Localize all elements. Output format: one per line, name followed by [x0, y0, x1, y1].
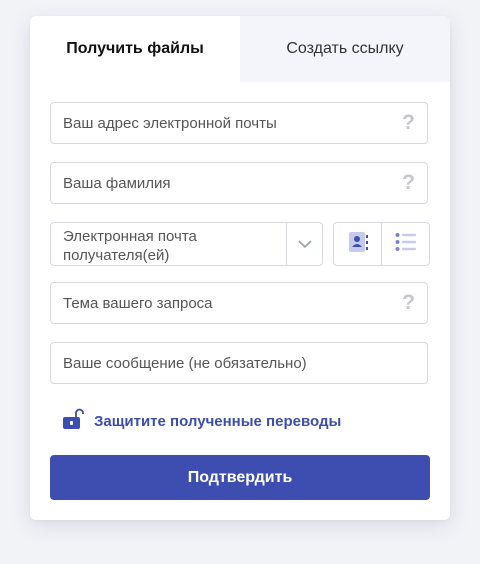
list-icon — [395, 232, 417, 257]
message-field[interactable]: Ваше сообщение (не обязательно) — [50, 342, 428, 384]
protect-transfers-link[interactable]: Защитите полученные переводы — [62, 408, 341, 434]
tab-receive-files[interactable]: Получить файлы — [30, 16, 240, 82]
question-mark-icon[interactable]: ? — [402, 163, 415, 203]
recipient-email-field[interactable]: Электронная почта получателя(ей) — [50, 222, 323, 266]
contacts-button[interactable] — [334, 223, 381, 265]
address-book-icon — [347, 231, 369, 258]
protect-transfers-label: Защитите полученные переводы — [94, 412, 342, 430]
message-placeholder: Ваше сообщение (не обязательно) — [63, 354, 307, 372]
tab-create-link[interactable]: Создать ссылку — [240, 16, 450, 82]
subject-placeholder: Тема вашего запроса — [63, 294, 213, 312]
recipient-placeholder: Электронная почта получателя(ей) — [63, 228, 197, 264]
transfer-card: Получить файлы Создать ссылку Ваш адрес … — [30, 16, 450, 520]
recipient-tools — [333, 222, 430, 266]
email-field[interactable]: Ваш адрес электронной почты ? — [50, 102, 428, 144]
confirm-button[interactable]: Подтвердить — [50, 455, 430, 500]
question-mark-icon[interactable]: ? — [402, 103, 415, 143]
tab-bar: Получить файлы Создать ссылку — [30, 16, 450, 82]
subject-field[interactable]: Тема вашего запроса ? — [50, 282, 428, 324]
list-button[interactable] — [381, 223, 429, 265]
lastname-field[interactable]: Ваша фамилия ? — [50, 162, 428, 204]
question-mark-icon[interactable]: ? — [402, 283, 415, 323]
chevron-down-icon[interactable] — [286, 223, 322, 265]
lastname-placeholder: Ваша фамилия — [63, 174, 171, 192]
email-placeholder: Ваш адрес электронной почты — [63, 114, 277, 132]
unlocked-padlock-icon — [62, 408, 84, 435]
